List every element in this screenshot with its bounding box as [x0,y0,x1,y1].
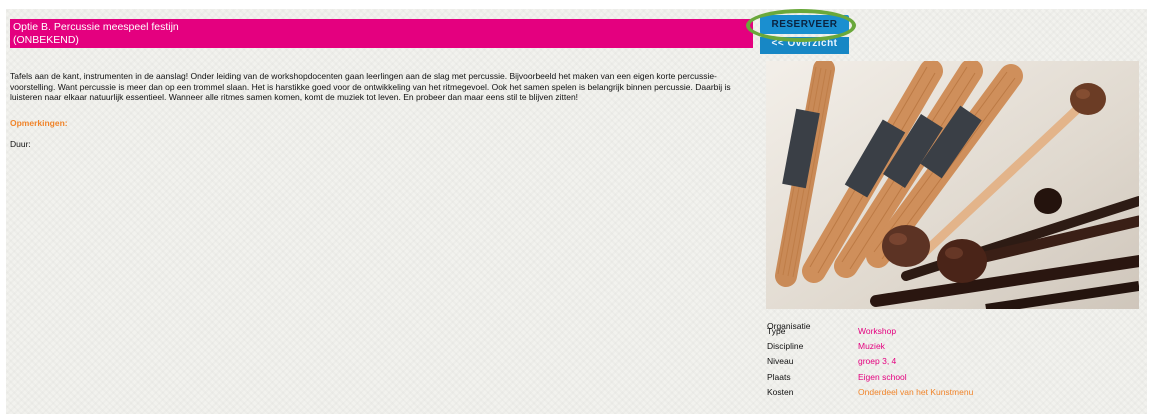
duration-label: Duur: [10,139,31,149]
remarks-label: Opmerkingen: [10,118,68,128]
reserve-button[interactable]: RESERVEER [760,15,849,34]
info-row-discipline: Discipline Muziek [767,341,1147,357]
info-label-type: Type [767,326,786,336]
info-row-kosten: Kosten Onderdeel van het Kunstmenu [767,387,1147,403]
title-line-2: (ONBEKEND) [13,34,79,46]
info-row-niveau: Niveau groep 3, 4 [767,356,1147,372]
info-label-niveau: Niveau [767,356,794,366]
info-label-discipline: Discipline [767,340,804,351]
info-label-plaats: Plaats [767,371,791,382]
info-value-plaats: Eigen school [858,371,907,382]
info-label-kosten: Kosten [767,387,794,397]
info-value-niveau: groep 3, 4 [858,356,897,366]
info-value-kosten: Onderdeel van het Kunstmenu [858,387,974,397]
title-line-1: Optie B. Percussie meespeel festijn [13,21,179,33]
info-row-plaats: Plaats Eigen school [767,372,1147,388]
percussion-photo [766,61,1139,309]
info-table: Organisatie Type Workshop Discipline Muz… [767,321,1147,403]
info-value-type: Workshop [858,326,897,336]
description: Tafels aan de kant, instrumenten in de a… [10,71,731,102]
info-value-discipline: Muziek [858,340,885,351]
overview-button[interactable]: << Overzicht [760,37,849,54]
page-title: Optie B. Percussie meespeel festijn (ONB… [10,19,753,48]
info-row-type: Organisatie Type Workshop [767,321,1147,337]
